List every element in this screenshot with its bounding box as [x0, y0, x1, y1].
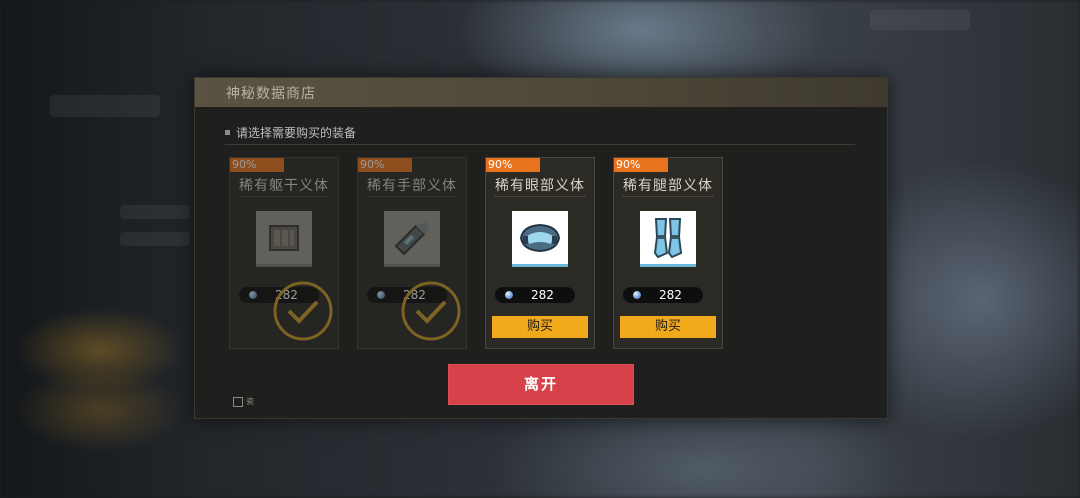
game-logo: 瓷: [233, 396, 254, 407]
item-card-torso: 90% 稀有躯干义体 282: [229, 157, 339, 349]
square-bullet-icon: [225, 130, 230, 135]
torso-armor-icon: [269, 224, 299, 251]
purchased-check-icon: [401, 281, 461, 341]
logo-mark-icon: [233, 396, 243, 407]
selection-prompt: 请选择需要购买的装备: [225, 124, 356, 141]
buy-button[interactable]: 购买: [620, 316, 716, 338]
arm-gauntlet-icon: [394, 221, 430, 255]
background-menu-item: [120, 205, 190, 219]
item-card-eye: 90% 稀有眼部义体 282 购买: [485, 157, 595, 349]
discount-badge: 90%: [486, 158, 540, 172]
leg-armor-icon: [653, 217, 683, 258]
dialog-title: 神秘数据商店: [226, 86, 316, 102]
background-menu-item: [120, 232, 190, 246]
divider: [225, 144, 855, 145]
item-image: [512, 211, 568, 267]
item-image: [256, 211, 312, 267]
gem-currency-icon: [377, 291, 385, 299]
gem-currency-icon: [633, 291, 641, 299]
discount-badge: 90%: [358, 158, 412, 172]
item-name: 稀有腿部义体: [623, 178, 713, 194]
eye-visor-icon: [519, 223, 561, 252]
price-tag: 282: [495, 287, 575, 303]
divider: [622, 196, 714, 197]
price-tag: 282: [623, 287, 703, 303]
mystery-data-shop-dialog: 神秘数据商店 请选择需要购买的装备 90% 稀有躯干义体 282 90% 稀有手…: [194, 77, 888, 419]
buy-button[interactable]: 购买: [492, 316, 588, 338]
gem-currency-icon: [249, 291, 257, 299]
item-card-leg: 90% 稀有腿部义体 282 购买: [613, 157, 723, 349]
item-name: 稀有手部义体: [367, 178, 457, 194]
gem-currency-icon: [505, 291, 513, 299]
item-name: 稀有眼部义体: [495, 178, 585, 194]
item-image: [640, 211, 696, 267]
divider: [238, 196, 330, 197]
item-name: 稀有躯干义体: [239, 178, 329, 194]
background-menu-item: [870, 10, 970, 30]
background-menu-item: [50, 95, 160, 117]
price-value: 282: [659, 288, 682, 302]
item-card-hand: 90% 稀有手部义体 282: [357, 157, 467, 349]
divider: [366, 196, 458, 197]
discount-badge: 90%: [614, 158, 668, 172]
item-image: [384, 211, 440, 267]
purchased-check-icon: [273, 281, 333, 341]
leave-button[interactable]: 离开: [448, 364, 634, 405]
logo-text: 瓷: [246, 397, 254, 406]
discount-badge: 90%: [230, 158, 284, 172]
price-value: 282: [531, 288, 554, 302]
dialog-header: 神秘数据商店: [195, 78, 887, 107]
divider: [494, 196, 586, 197]
prompt-text: 请选择需要购买的装备: [236, 126, 357, 140]
